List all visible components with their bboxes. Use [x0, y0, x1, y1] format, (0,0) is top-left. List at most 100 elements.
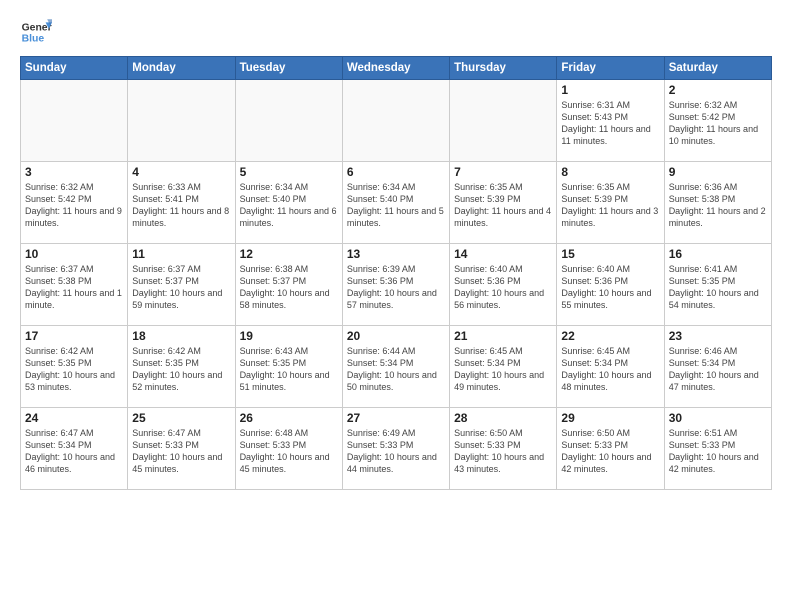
calendar-cell: 30 Sunrise: 6:51 AM Sunset: 5:33 PM Dayli… — [664, 408, 771, 490]
weekday-header: Monday — [128, 57, 235, 80]
day-number: 16 — [669, 247, 767, 261]
calendar-cell: 19 Sunrise: 6:43 AM Sunset: 5:35 PM Dayli… — [235, 326, 342, 408]
calendar-cell: 29 Sunrise: 6:50 AM Sunset: 5:33 PM Dayli… — [557, 408, 664, 490]
calendar-cell: 10 Sunrise: 6:37 AM Sunset: 5:38 PM Dayli… — [21, 244, 128, 326]
day-number: 17 — [25, 329, 123, 343]
day-number: 13 — [347, 247, 445, 261]
day-number: 8 — [561, 165, 659, 179]
day-number: 1 — [561, 83, 659, 97]
cell-info: Sunrise: 6:32 AM Sunset: 5:42 PM Dayligh… — [25, 181, 123, 230]
day-number: 3 — [25, 165, 123, 179]
calendar-cell — [128, 80, 235, 162]
calendar-cell: 3 Sunrise: 6:32 AM Sunset: 5:42 PM Daylig… — [21, 162, 128, 244]
calendar-cell: 16 Sunrise: 6:41 AM Sunset: 5:35 PM Dayli… — [664, 244, 771, 326]
day-number: 30 — [669, 411, 767, 425]
day-number: 29 — [561, 411, 659, 425]
cell-info: Sunrise: 6:37 AM Sunset: 5:37 PM Dayligh… — [132, 263, 230, 312]
day-number: 22 — [561, 329, 659, 343]
cell-info: Sunrise: 6:45 AM Sunset: 5:34 PM Dayligh… — [561, 345, 659, 394]
page-header: General Blue — [20, 16, 772, 48]
calendar-cell: 2 Sunrise: 6:32 AM Sunset: 5:42 PM Daylig… — [664, 80, 771, 162]
calendar-table: SundayMondayTuesdayWednesdayThursdayFrid… — [20, 56, 772, 490]
cell-info: Sunrise: 6:41 AM Sunset: 5:35 PM Dayligh… — [669, 263, 767, 312]
weekday-header: Saturday — [664, 57, 771, 80]
calendar-cell: 7 Sunrise: 6:35 AM Sunset: 5:39 PM Daylig… — [450, 162, 557, 244]
day-number: 10 — [25, 247, 123, 261]
cell-info: Sunrise: 6:35 AM Sunset: 5:39 PM Dayligh… — [454, 181, 552, 230]
calendar-cell: 24Sunrise: 6:47 AM Sunset: 5:34 PM Dayli… — [21, 408, 128, 490]
cell-info: Sunrise: 6:42 AM Sunset: 5:35 PM Dayligh… — [132, 345, 230, 394]
day-number: 7 — [454, 165, 552, 179]
cell-info: Sunrise: 6:40 AM Sunset: 5:36 PM Dayligh… — [454, 263, 552, 312]
calendar-cell — [450, 80, 557, 162]
calendar-cell: 14 Sunrise: 6:40 AM Sunset: 5:36 PM Dayli… — [450, 244, 557, 326]
calendar-cell: 25Sunrise: 6:47 AM Sunset: 5:33 PM Dayli… — [128, 408, 235, 490]
calendar-cell: 4Sunrise: 6:33 AM Sunset: 5:41 PM Daylig… — [128, 162, 235, 244]
day-number: 28 — [454, 411, 552, 425]
calendar-week-row: 24Sunrise: 6:47 AM Sunset: 5:34 PM Dayli… — [21, 408, 772, 490]
weekday-header: Tuesday — [235, 57, 342, 80]
day-number: 21 — [454, 329, 552, 343]
day-number: 15 — [561, 247, 659, 261]
day-number: 2 — [669, 83, 767, 97]
weekday-header: Friday — [557, 57, 664, 80]
day-number: 19 — [240, 329, 338, 343]
cell-info: Sunrise: 6:33 AM Sunset: 5:41 PM Dayligh… — [132, 181, 230, 230]
day-number: 27 — [347, 411, 445, 425]
cell-info: Sunrise: 6:51 AM Sunset: 5:33 PM Dayligh… — [669, 427, 767, 476]
calendar-cell: 8Sunrise: 6:35 AM Sunset: 5:39 PM Daylig… — [557, 162, 664, 244]
day-number: 11 — [132, 247, 230, 261]
logo: General Blue — [20, 16, 52, 48]
cell-info: Sunrise: 6:48 AM Sunset: 5:33 PM Dayligh… — [240, 427, 338, 476]
calendar-cell: 15 Sunrise: 6:40 AM Sunset: 5:36 PM Dayli… — [557, 244, 664, 326]
cell-info: Sunrise: 6:43 AM Sunset: 5:35 PM Dayligh… — [240, 345, 338, 394]
calendar-cell: 11 Sunrise: 6:37 AM Sunset: 5:37 PM Dayli… — [128, 244, 235, 326]
logo-icon: General Blue — [20, 16, 52, 48]
cell-info: Sunrise: 6:42 AM Sunset: 5:35 PM Dayligh… — [25, 345, 123, 394]
calendar-cell — [342, 80, 449, 162]
calendar-cell: 18Sunrise: 6:42 AM Sunset: 5:35 PM Dayli… — [128, 326, 235, 408]
cell-info: Sunrise: 6:34 AM Sunset: 5:40 PM Dayligh… — [347, 181, 445, 230]
calendar-cell: 5 Sunrise: 6:34 AM Sunset: 5:40 PM Daylig… — [235, 162, 342, 244]
cell-info: Sunrise: 6:34 AM Sunset: 5:40 PM Dayligh… — [240, 181, 338, 230]
calendar-week-row: 10 Sunrise: 6:37 AM Sunset: 5:38 PM Dayli… — [21, 244, 772, 326]
cell-info: Sunrise: 6:46 AM Sunset: 5:34 PM Dayligh… — [669, 345, 767, 394]
calendar-cell: 23 Sunrise: 6:46 AM Sunset: 5:34 PM Dayli… — [664, 326, 771, 408]
weekday-header: Thursday — [450, 57, 557, 80]
cell-info: Sunrise: 6:37 AM Sunset: 5:38 PM Dayligh… — [25, 263, 123, 312]
cell-info: Sunrise: 6:49 AM Sunset: 5:33 PM Dayligh… — [347, 427, 445, 476]
calendar-cell — [235, 80, 342, 162]
weekday-header-row: SundayMondayTuesdayWednesdayThursdayFrid… — [21, 57, 772, 80]
cell-info: Sunrise: 6:32 AM Sunset: 5:42 PM Dayligh… — [669, 99, 767, 148]
calendar-cell: 21Sunrise: 6:45 AM Sunset: 5:34 PM Dayli… — [450, 326, 557, 408]
cell-info: Sunrise: 6:50 AM Sunset: 5:33 PM Dayligh… — [454, 427, 552, 476]
calendar-cell: 13 Sunrise: 6:39 AM Sunset: 5:36 PM Dayli… — [342, 244, 449, 326]
calendar-cell: 12 Sunrise: 6:38 AM Sunset: 5:37 PM Dayli… — [235, 244, 342, 326]
cell-info: Sunrise: 6:44 AM Sunset: 5:34 PM Dayligh… — [347, 345, 445, 394]
calendar-cell — [21, 80, 128, 162]
calendar-week-row: 3 Sunrise: 6:32 AM Sunset: 5:42 PM Daylig… — [21, 162, 772, 244]
cell-info: Sunrise: 6:31 AM Sunset: 5:43 PM Dayligh… — [561, 99, 659, 148]
calendar-cell: 17 Sunrise: 6:42 AM Sunset: 5:35 PM Dayli… — [21, 326, 128, 408]
calendar-page: General Blue SundayMondayTuesdayWednesda… — [0, 0, 792, 612]
day-number: 25 — [132, 411, 230, 425]
calendar-cell: 20 Sunrise: 6:44 AM Sunset: 5:34 PM Dayli… — [342, 326, 449, 408]
day-number: 20 — [347, 329, 445, 343]
cell-info: Sunrise: 6:38 AM Sunset: 5:37 PM Dayligh… — [240, 263, 338, 312]
calendar-cell: 27 Sunrise: 6:49 AM Sunset: 5:33 PM Dayli… — [342, 408, 449, 490]
calendar-cell: 6Sunrise: 6:34 AM Sunset: 5:40 PM Daylig… — [342, 162, 449, 244]
day-number: 23 — [669, 329, 767, 343]
cell-info: Sunrise: 6:39 AM Sunset: 5:36 PM Dayligh… — [347, 263, 445, 312]
cell-info: Sunrise: 6:47 AM Sunset: 5:34 PM Dayligh… — [25, 427, 123, 476]
day-number: 12 — [240, 247, 338, 261]
cell-info: Sunrise: 6:50 AM Sunset: 5:33 PM Dayligh… — [561, 427, 659, 476]
day-number: 5 — [240, 165, 338, 179]
calendar-week-row: 1 Sunrise: 6:31 AM Sunset: 5:43 PM Daylig… — [21, 80, 772, 162]
calendar-cell: 9Sunrise: 6:36 AM Sunset: 5:38 PM Daylig… — [664, 162, 771, 244]
day-number: 14 — [454, 247, 552, 261]
calendar-cell: 1 Sunrise: 6:31 AM Sunset: 5:43 PM Daylig… — [557, 80, 664, 162]
cell-info: Sunrise: 6:40 AM Sunset: 5:36 PM Dayligh… — [561, 263, 659, 312]
calendar-cell: 26 Sunrise: 6:48 AM Sunset: 5:33 PM Dayli… — [235, 408, 342, 490]
cell-info: Sunrise: 6:36 AM Sunset: 5:38 PM Dayligh… — [669, 181, 767, 230]
day-number: 26 — [240, 411, 338, 425]
